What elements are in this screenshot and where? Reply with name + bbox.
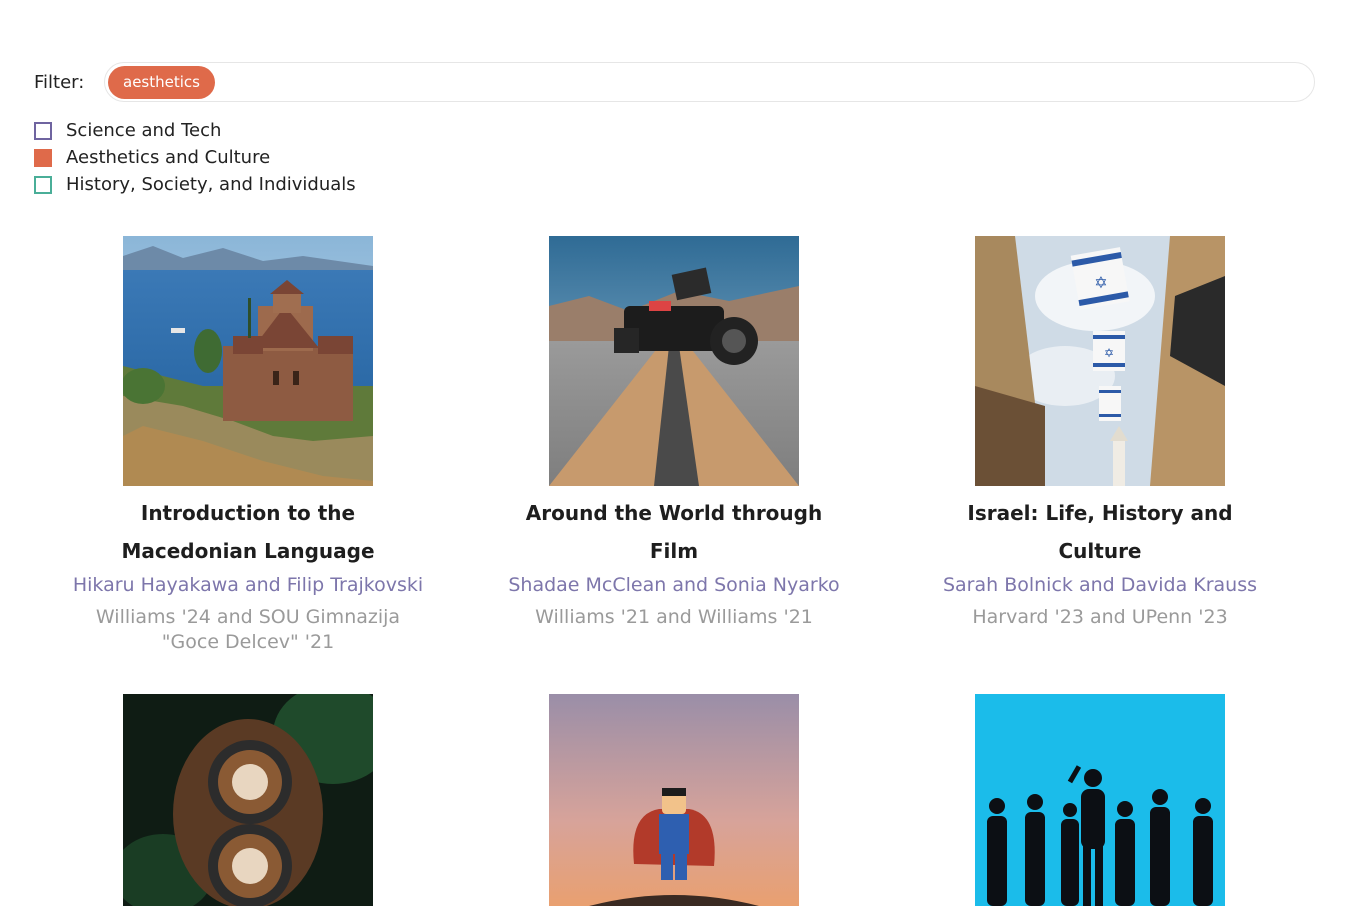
course-card: Introduction to the Macedonian Language …	[38, 236, 458, 655]
course-schools: Williams '21 and Williams '21	[535, 606, 813, 628]
course-authors: Hikaru Hayakawa and Filip Trajkovski	[72, 574, 424, 596]
course-card	[464, 694, 884, 906]
course-thumbnail-coffee[interactable]	[123, 694, 373, 906]
category-legend: Science and Tech Aesthetics and Culture …	[34, 117, 356, 198]
course-thumbnail-church[interactable]	[123, 236, 373, 486]
aesthetics-swatch-icon	[34, 148, 52, 167]
course-card	[890, 694, 1310, 906]
svg-text:✡: ✡	[1104, 346, 1114, 360]
legend-label: Aesthetics and Culture	[66, 147, 271, 168]
legend-item-aesthetics[interactable]: Aesthetics and Culture	[34, 144, 356, 171]
course-card: Around the World through Film Shadae McC…	[464, 236, 884, 630]
course-card: ✡ ✡ Israel: Life, History and Culture Sa…	[890, 236, 1310, 630]
course-thumbnail-camera[interactable]	[549, 236, 799, 486]
course-authors: Shadae McClean and Sonia Nyarko	[508, 574, 840, 596]
filter-input[interactable]: aesthetics	[104, 62, 1315, 102]
legend-item-history[interactable]: History, Society, and Individuals	[34, 171, 356, 198]
filter-chip-aesthetics[interactable]: aesthetics	[108, 65, 215, 99]
course-title[interactable]: Introduction to the Macedonian Language	[38, 494, 458, 570]
course-thumbnail-flags[interactable]: ✡ ✡	[975, 236, 1225, 486]
course-schools: Williams '24 and SOU Gimnazija "Goce Del…	[95, 606, 401, 653]
course-title[interactable]: Israel: Life, History and Culture	[890, 494, 1310, 570]
course-card	[38, 694, 458, 906]
legend-label: Science and Tech	[66, 120, 222, 141]
history-swatch-icon	[34, 175, 52, 194]
legend-label: History, Society, and Individuals	[66, 174, 356, 195]
course-schools: Harvard '23 and UPenn '23	[972, 606, 1228, 628]
science-swatch-icon	[34, 121, 52, 140]
filter-label: Filter:	[34, 71, 85, 93]
legend-item-science[interactable]: Science and Tech	[34, 117, 356, 144]
course-title[interactable]: Around the World through Film	[464, 494, 884, 570]
svg-text:✡: ✡	[1094, 273, 1107, 292]
course-thumbnail-superhero[interactable]	[549, 694, 799, 906]
course-authors: Sarah Bolnick and Davida Krauss	[942, 574, 1258, 596]
course-thumbnail-singers[interactable]	[975, 694, 1225, 906]
filter-bar: Filter: aesthetics	[34, 61, 1315, 103]
